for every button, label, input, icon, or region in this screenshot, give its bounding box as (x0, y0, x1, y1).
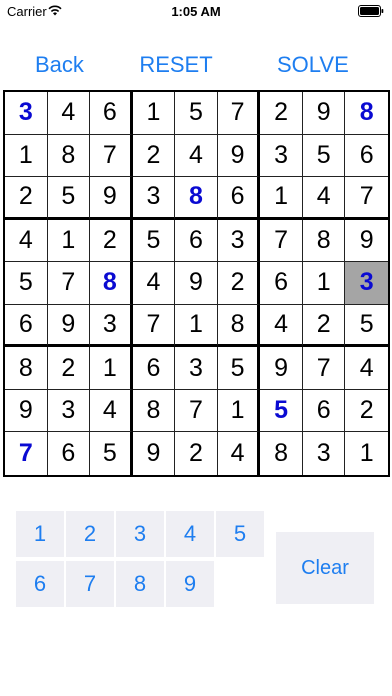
board-cell-r8c5[interactable]: 7 (175, 389, 218, 433)
board-cell-r8c9[interactable]: 2 (345, 390, 388, 433)
board-cell-r9c3[interactable]: 5 (90, 432, 133, 475)
board-cell-r1c3[interactable]: 6 (90, 92, 133, 135)
keypad-button-3[interactable]: 3 (116, 511, 164, 557)
keypad-button-8[interactable]: 8 (116, 561, 164, 607)
board-cell-r1c7[interactable]: 2 (260, 92, 303, 135)
status-bar: Carrier 1:05 AM (0, 0, 392, 22)
board-cell-r3c3[interactable]: 9 (90, 177, 133, 220)
board-cell-r9c6[interactable]: 4 (218, 432, 261, 475)
board-cell-r9c9[interactable]: 1 (345, 432, 388, 475)
board-cell-r3c4[interactable]: 3 (132, 177, 176, 220)
board-cell-r4c7[interactable]: 7 (260, 219, 303, 263)
board-cell-r9c5[interactable]: 2 (175, 432, 218, 475)
board-cell-r4c4[interactable]: 5 (132, 219, 176, 263)
board-cell-r4c5[interactable]: 6 (175, 219, 218, 263)
board-cell-r2c3[interactable]: 7 (90, 134, 133, 178)
board-cell-r3c7[interactable]: 1 (260, 177, 303, 220)
board-cell-r7c3[interactable]: 1 (90, 347, 133, 390)
board-cell-r5c7[interactable]: 6 (260, 262, 303, 305)
board-cell-r2c2[interactable]: 8 (47, 134, 91, 178)
board-cell-r8c2[interactable]: 3 (47, 389, 91, 433)
board-cell-r5c4[interactable]: 4 (132, 262, 176, 305)
board-cell-r1c6[interactable]: 7 (217, 92, 261, 135)
board-cell-r3c8[interactable]: 4 (302, 177, 346, 220)
board-cell-r8c1[interactable]: 9 (5, 389, 48, 433)
keypad-button-5[interactable]: 5 (216, 511, 264, 557)
board-cell-r7c5[interactable]: 3 (175, 347, 218, 390)
board-cell-r1c5[interactable]: 5 (175, 92, 218, 135)
board-cell-r7c9[interactable]: 4 (345, 347, 388, 390)
board-cell-r6c2[interactable]: 9 (47, 304, 91, 348)
status-time: 1:05 AM (171, 4, 221, 19)
board-cell-r7c7[interactable]: 9 (260, 347, 303, 390)
board-cell-r2c4[interactable]: 2 (132, 134, 176, 178)
board-cell-r7c8[interactable]: 7 (302, 347, 346, 390)
solve-button[interactable]: SOLVE (277, 52, 349, 78)
board-cell-r4c1[interactable]: 4 (5, 219, 48, 263)
board-cell-r4c3[interactable]: 2 (90, 219, 133, 263)
board-cell-r4c8[interactable]: 8 (302, 219, 346, 263)
board-cell-r8c6[interactable]: 1 (217, 389, 261, 433)
board-cell-r8c4[interactable]: 8 (132, 389, 176, 433)
board-cell-r5c6[interactable]: 2 (217, 262, 261, 305)
board-cell-r7c2[interactable]: 2 (47, 347, 91, 390)
board-cell-r8c7[interactable]: 5 (260, 389, 303, 433)
board-cell-r5c1[interactable]: 5 (5, 262, 48, 305)
board-cell-r4c6[interactable]: 3 (217, 219, 261, 263)
board-cell-r6c7[interactable]: 4 (260, 304, 303, 348)
board-cell-r9c8[interactable]: 3 (303, 432, 346, 475)
board-cell-r3c5[interactable]: 8 (175, 177, 218, 220)
board-cell-r5c3[interactable]: 8 (90, 262, 133, 305)
board-cell-r5c5[interactable]: 9 (175, 262, 218, 305)
board-cell-r8c3[interactable]: 4 (90, 389, 133, 433)
board-cell-r6c5[interactable]: 1 (175, 304, 218, 348)
keypad-button-1[interactable]: 1 (16, 511, 64, 557)
board-cell-r5c2[interactable]: 7 (47, 262, 91, 305)
battery-icon (358, 5, 384, 17)
board-cell-r8c8[interactable]: 6 (302, 389, 346, 433)
board-cell-r1c8[interactable]: 9 (302, 92, 346, 135)
board-cell-r9c7[interactable]: 8 (260, 432, 303, 475)
board-cell-r2c8[interactable]: 5 (302, 134, 346, 178)
board-cell-r1c9[interactable]: 8 (345, 92, 388, 135)
board-cell-r2c5[interactable]: 4 (175, 134, 218, 178)
board-cell-r6c3[interactable]: 3 (90, 304, 133, 348)
board-cell-r3c6[interactable]: 6 (217, 177, 261, 220)
keypad-button-4[interactable]: 4 (166, 511, 214, 557)
keypad-button-7[interactable]: 7 (66, 561, 114, 607)
keypad-button-2[interactable]: 2 (66, 511, 114, 557)
keypad-button-9[interactable]: 9 (166, 561, 214, 607)
board-cell-r6c4[interactable]: 7 (132, 304, 176, 348)
board-cell-r7c6[interactable]: 5 (217, 347, 261, 390)
clear-button[interactable]: Clear (276, 532, 374, 604)
board-cell-r6c1[interactable]: 6 (5, 304, 48, 348)
board-cell-r6c6[interactable]: 8 (217, 304, 261, 348)
board-cell-r4c2[interactable]: 1 (47, 219, 91, 263)
board-cell-r2c6[interactable]: 9 (217, 134, 261, 178)
board-cell-r3c1[interactable]: 2 (5, 177, 48, 220)
keypad-button-6[interactable]: 6 (16, 561, 64, 607)
board-cell-r3c9[interactable]: 7 (345, 177, 388, 220)
board-cell-r6c9[interactable]: 5 (345, 305, 388, 348)
board-cell-r4c9[interactable]: 9 (345, 220, 388, 263)
board-cell-r2c9[interactable]: 6 (345, 135, 388, 178)
board-cell-r1c1[interactable]: 3 (5, 92, 48, 135)
board-cell-r1c4[interactable]: 1 (132, 92, 176, 135)
board-cell-r6c8[interactable]: 2 (302, 304, 346, 348)
board-cell-r9c2[interactable]: 6 (48, 432, 91, 475)
board-cell-r2c7[interactable]: 3 (260, 134, 303, 178)
board-cell-r3c2[interactable]: 5 (47, 177, 91, 220)
board-cell-r7c1[interactable]: 8 (5, 347, 48, 390)
board-cell-r5c9[interactable]: 3 (345, 262, 388, 305)
board-cell-r1c2[interactable]: 4 (47, 92, 91, 135)
board-cell-r5c8[interactable]: 1 (302, 262, 346, 305)
board-cell-r7c4[interactable]: 6 (132, 347, 176, 390)
sudoku-board: 3461572981872493562593861474125637895784… (3, 90, 390, 477)
board-cell-r9c1[interactable]: 7 (5, 432, 48, 475)
board-cell-r9c4[interactable]: 9 (133, 432, 176, 475)
board-cell-r2c1[interactable]: 1 (5, 134, 48, 178)
